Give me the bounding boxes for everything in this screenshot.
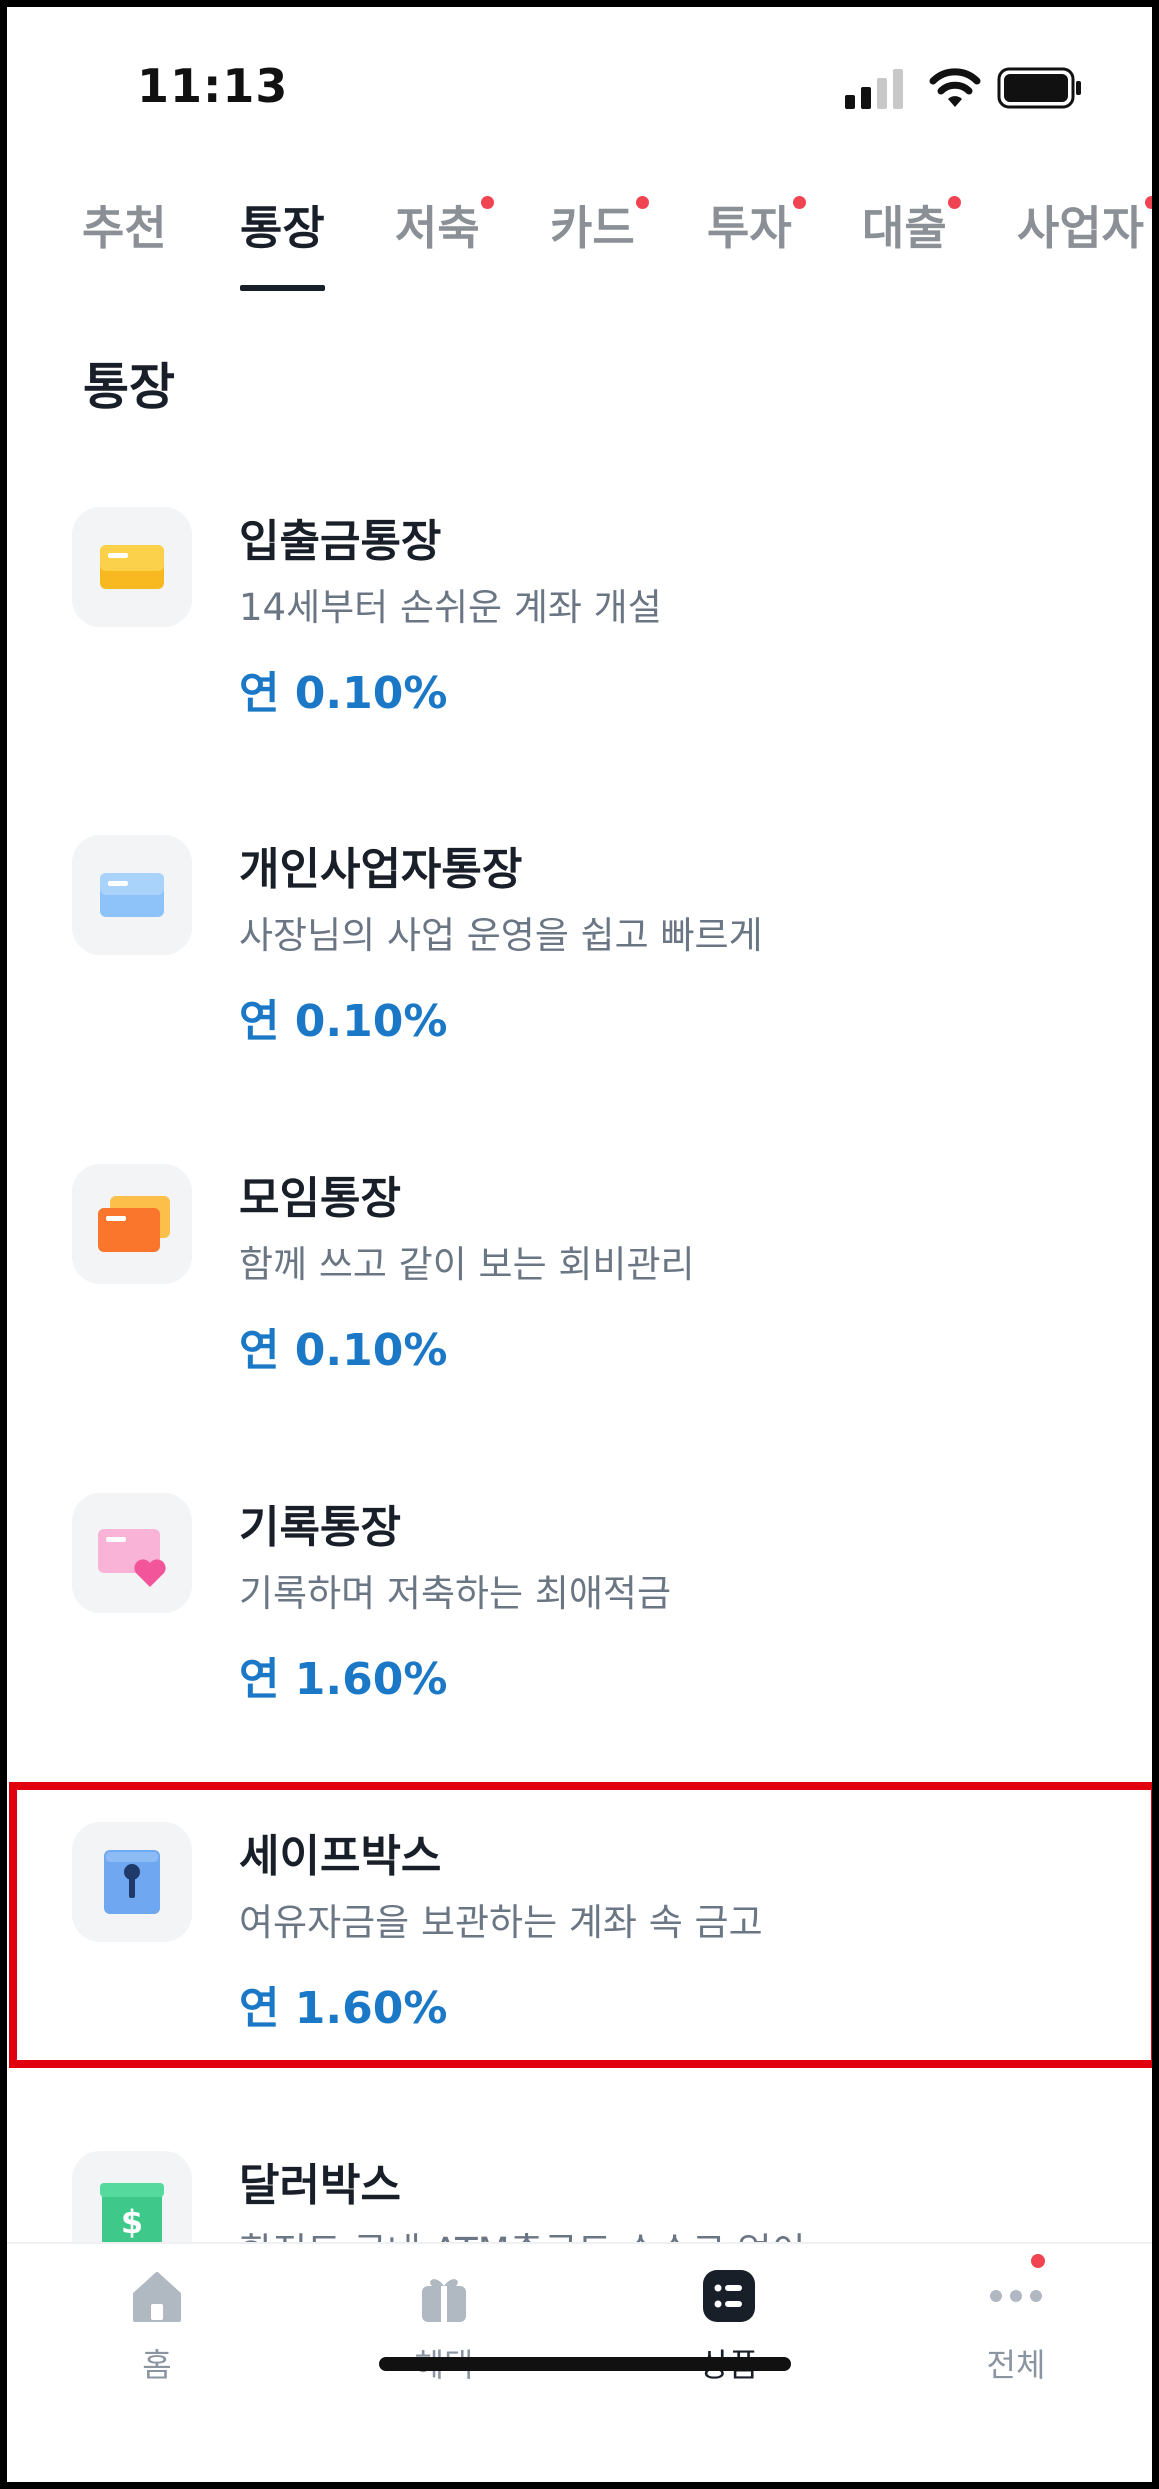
product-description: 14세부터 손쉬운 계좌 개설 [239, 586, 662, 629]
new-dot [1031, 2254, 1045, 2268]
active-tab-indicator [240, 285, 325, 291]
product-name: 개인사업자통장 [239, 844, 523, 895]
status-time: 11:13 [137, 59, 289, 113]
interest-rate: 연 1.60% [239, 1654, 448, 1705]
new-dot [947, 196, 961, 209]
tab-recommend[interactable]: 추천 [82, 192, 167, 258]
orange-cards-icon [72, 1164, 192, 1284]
new-dot [792, 196, 806, 209]
product-description: 사장님의 사업 운영을 쉽고 빠르게 [239, 914, 763, 957]
product-name: 달러박스 [239, 2160, 401, 2211]
pink-heart-card-icon [72, 1493, 192, 1613]
tab-card[interactable]: 카드 [550, 192, 649, 258]
product-name: 입출금통장 [239, 516, 442, 567]
tab-business[interactable]: 사업자 [1017, 192, 1152, 258]
battery-icon [997, 67, 1081, 109]
new-dot [1144, 196, 1152, 209]
product-description: 함께 쓰고 같이 보는 회비관리 [239, 1243, 695, 1286]
new-dot [480, 196, 494, 209]
tab-account[interactable]: 통장 [240, 192, 325, 258]
home-indicator[interactable] [379, 2357, 791, 2371]
more-icon [990, 2290, 1042, 2302]
blue-card-icon [72, 835, 192, 955]
home-icon [133, 2272, 181, 2322]
gift-icon [422, 2278, 466, 2322]
wifi-icon [929, 68, 981, 107]
interest-rate: 연 0.10% [239, 996, 448, 1047]
cellular-signal-icon [845, 69, 903, 109]
tab-invest[interactable]: 투자 [707, 192, 806, 258]
highlight-annotation [9, 1782, 1152, 2068]
nav-home[interactable]: 홈 [77, 2266, 237, 2386]
product-item[interactable]: 모임통장 함께 쓰고 같이 보는 회비관리 연 0.10% [7, 1164, 1152, 1494]
products-icon [703, 2270, 755, 2322]
svg-text:$: $ [121, 2203, 143, 2241]
status-bar: 11:13 [7, 7, 1152, 167]
tab-savings[interactable]: 저축 [395, 192, 494, 258]
product-name: 모임통장 [239, 1173, 401, 1224]
yellow-card-icon [72, 507, 192, 627]
section-title: 통장 [83, 358, 175, 416]
new-dot [635, 196, 649, 209]
nav-all[interactable]: 전체 [936, 2254, 1096, 2386]
interest-rate: 연 0.10% [239, 1325, 448, 1376]
tab-loan[interactable]: 대출 [862, 192, 961, 258]
product-description: 기록하며 저축하는 최애적금 [239, 1572, 672, 1615]
product-item[interactable]: 입출금통장 14세부터 손쉬운 계좌 개설 연 0.10% [7, 507, 1152, 837]
product-item[interactable]: 개인사업자통장 사장님의 사업 운영을 쉽고 빠르게 연 0.10% [7, 835, 1152, 1165]
product-name: 기록통장 [239, 1502, 401, 1553]
product-item[interactable]: 기록통장 기록하며 저축하는 최애적금 연 1.60% [7, 1493, 1152, 1823]
interest-rate: 연 0.10% [239, 668, 448, 719]
category-tabs: 추천 통장 저축 카드 투자 대출 사업자 [7, 177, 1152, 297]
app-screen: 11:13 추천 통장 저축 카드 투자 대출 사업자 통장 입출금통장 14세… [0, 0, 1159, 2489]
